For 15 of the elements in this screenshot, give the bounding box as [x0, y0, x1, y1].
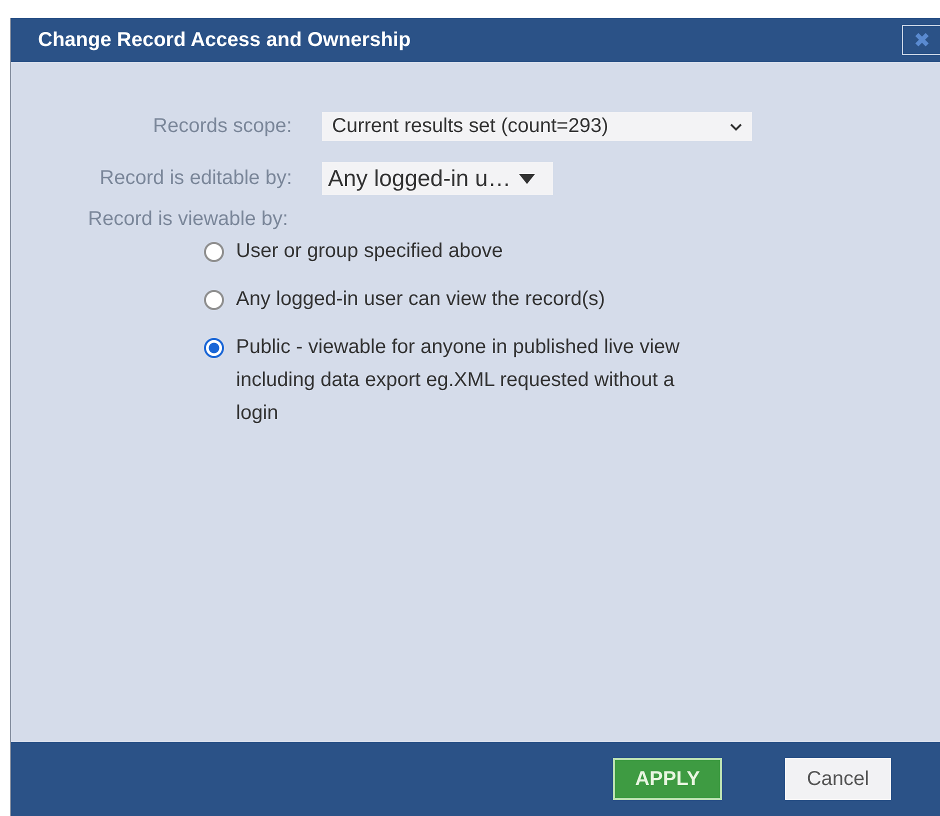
- field-label: Record is editable by:: [98, 167, 292, 190]
- cancel-button[interactable]: Cancel: [785, 758, 891, 800]
- radio-label: User or group specified above: [236, 239, 503, 264]
- field-label: Records scope:: [152, 115, 292, 138]
- dropdown[interactable]: Any logged-in u…: [322, 162, 553, 195]
- field-label: Record is viewable by:: [88, 207, 290, 231]
- chevron-down-icon: [730, 122, 742, 130]
- radio-label: Public - viewable for anyone in published live view including data export eg.XML requested without a login: [236, 335, 681, 426]
- radio-label: Any logged-in user can view the record(s): [236, 287, 606, 312]
- radio-button[interactable]: [204, 338, 224, 358]
- caret-down-icon: [518, 174, 535, 184]
- radio-button[interactable]: [204, 242, 224, 262]
- dialog-title: Change Record Access and Ownership: [38, 28, 411, 52]
- dropdown[interactable]: Current results set (count=293): [322, 112, 752, 141]
- radio-button[interactable]: [204, 290, 224, 310]
